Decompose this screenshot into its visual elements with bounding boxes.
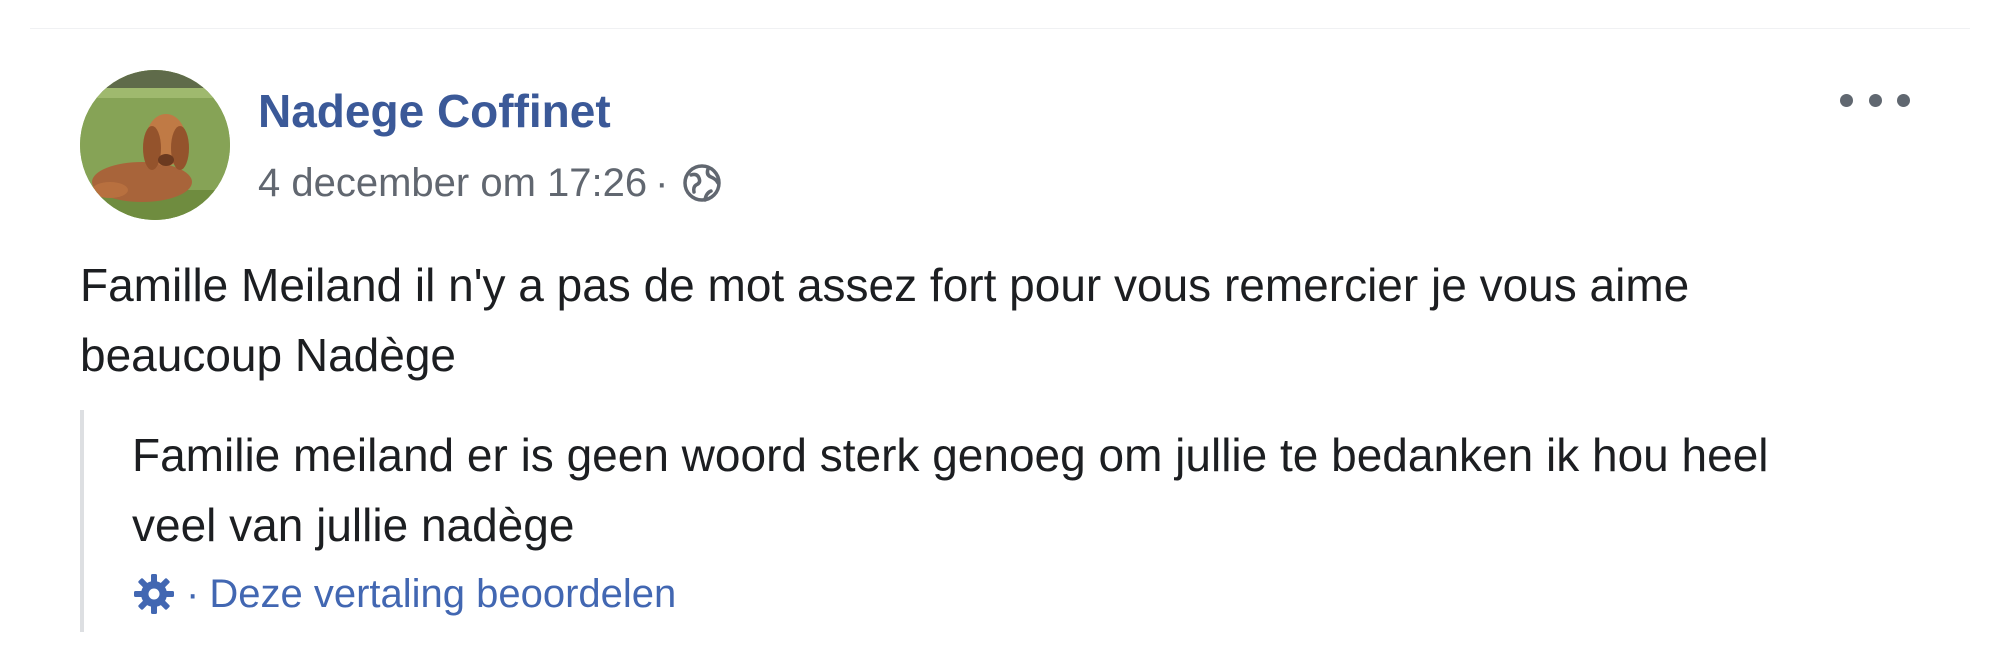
translation-actions: · Deze vertaling beoordelen xyxy=(132,566,676,622)
avatar-dog-photo xyxy=(80,70,230,220)
post-meta: 4 december om 17:26 · xyxy=(258,158,724,208)
gear-icon[interactable] xyxy=(132,572,176,616)
rate-translation-link[interactable]: Deze vertaling beoordelen xyxy=(209,572,676,617)
more-options-icon[interactable] xyxy=(1840,82,1910,118)
globe-icon[interactable] xyxy=(680,161,724,205)
more-dot xyxy=(1840,93,1853,107)
more-dot xyxy=(1868,93,1882,107)
more-dot xyxy=(1897,93,1910,107)
top-divider xyxy=(30,28,1970,29)
post-text: Famille Meiland il n'y a pas de mot asse… xyxy=(80,259,1690,381)
translation-separator: · xyxy=(186,571,200,616)
translated-text: Familie meiland er is geen woord sterk g… xyxy=(132,429,1769,551)
translation-block: Familie meiland er is geen woord sterk g… xyxy=(80,410,1864,632)
avatar[interactable] xyxy=(80,70,230,220)
post-timestamp[interactable]: 4 december om 17:26 xyxy=(258,161,647,206)
facebook-post: Nadege Coffinet 4 december om 17:26 · Fa… xyxy=(0,0,2000,646)
meta-separator: · xyxy=(655,160,669,205)
author-name[interactable]: Nadege Coffinet xyxy=(258,84,611,138)
